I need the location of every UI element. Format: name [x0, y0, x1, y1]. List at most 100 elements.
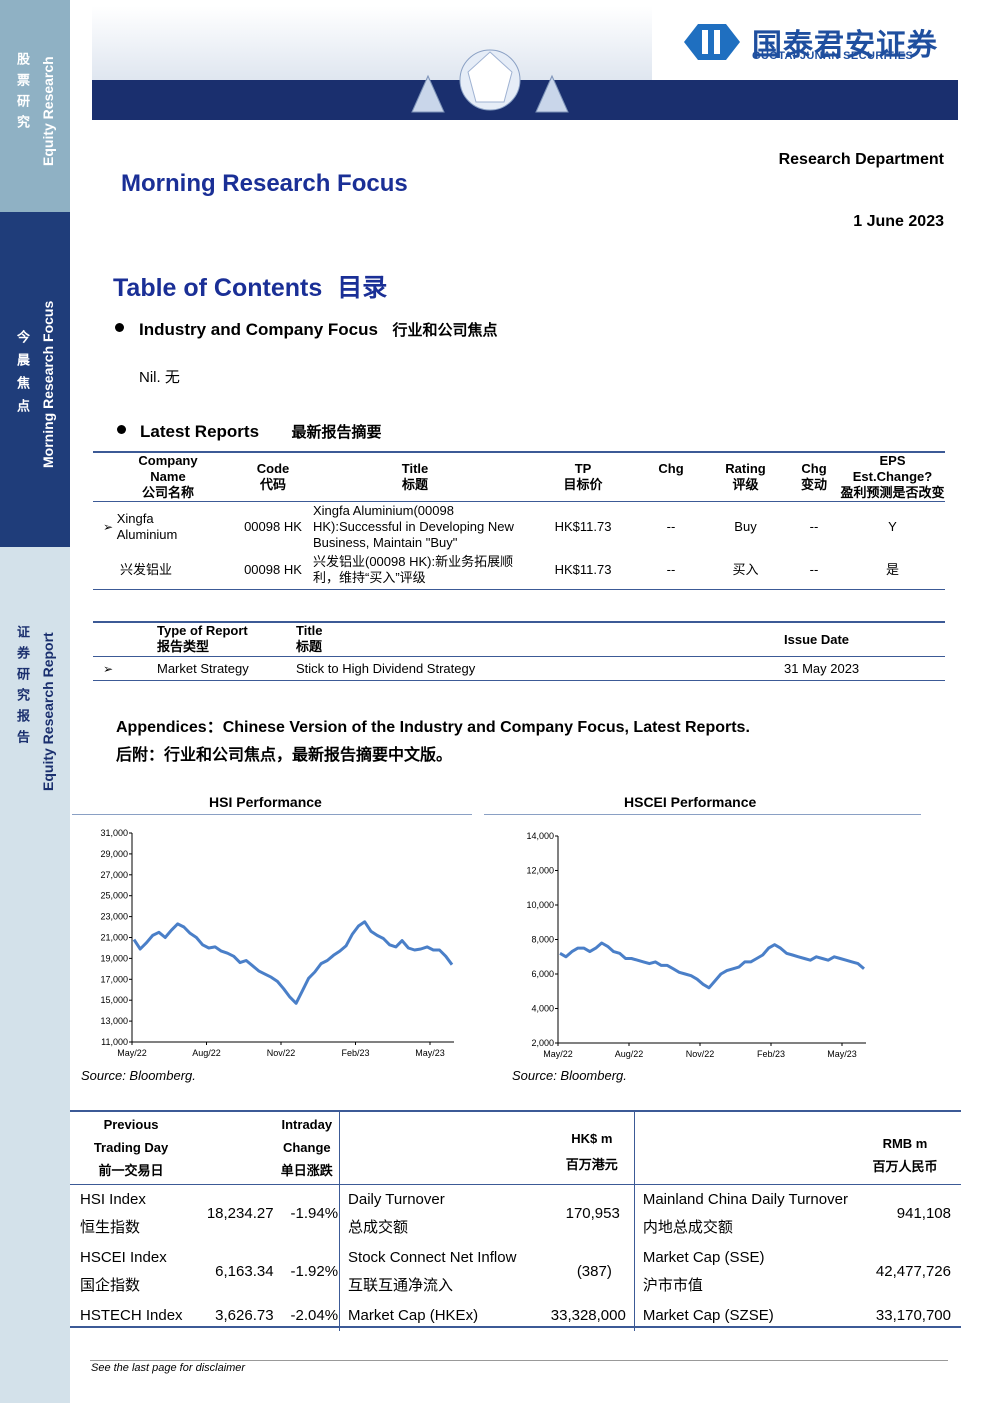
y-tick-label: 10,000: [526, 900, 554, 910]
index-name: HSCEI Index 国企指数: [80, 1248, 167, 1294]
research-department: Research Department: [778, 151, 944, 168]
y-tick-label: 12,000: [526, 866, 554, 876]
section-heading-en: Latest Reports: [140, 422, 260, 441]
sidebar-block-report: 证券研究报告 Equity Research Report: [0, 547, 70, 1403]
sidebar-en-label: Equity Research: [40, 56, 56, 166]
col-title: Title 标题: [296, 623, 323, 654]
table-rule: [93, 680, 945, 681]
cn-metric-value: 42,477,726: [875, 1263, 951, 1280]
y-tick-label: 29,000: [100, 849, 128, 859]
chart-rule: [484, 814, 921, 815]
sidebar-cn-label: 股票研究: [15, 52, 30, 136]
issue-date: 31 May 2023: [784, 661, 860, 677]
arrow-bullet-icon: ➢: [103, 661, 114, 676]
company-name: 兴发铝业: [120, 561, 173, 577]
y-tick-label: 14,000: [526, 831, 554, 841]
header-previous: Previous Trading Day 前一交易日: [93, 1117, 169, 1179]
table-rule: [70, 1326, 961, 1328]
target-price: HK$11.73: [554, 518, 612, 534]
y-tick-label: 6,000: [531, 969, 554, 979]
x-tick-label: Nov/22: [267, 1048, 296, 1058]
rating-value: Buy: [734, 518, 757, 534]
y-tick-label: 31,000: [100, 828, 128, 838]
col-issue-date: Issue Date: [784, 631, 850, 647]
y-tick-label: 23,000: [100, 912, 128, 922]
series-line: [132, 920, 454, 1005]
toc-title-en: Table of Contents: [113, 274, 323, 302]
company-code: 00098 HK: [244, 561, 302, 577]
col-tp: TP 目标价: [563, 461, 603, 492]
chg2-value: --: [809, 518, 819, 534]
appendix-cn: 后附：行业和公司焦点，最新报告摘要中文版。: [116, 747, 453, 764]
index-change: -1.94%: [290, 1205, 339, 1222]
toc-title-cn: 目录: [337, 274, 388, 302]
bullet-icon: [115, 323, 124, 332]
table-rule: [93, 589, 945, 590]
table-row: HSCEI Index 国企指数 6,163.34 -1.92% Stock Co…: [70, 1242, 961, 1301]
disclaimer-note: See the last page for disclaimer: [91, 1362, 246, 1374]
table-row: HSI Index 恒生指数 18,234.27 -1.94% Daily Tur…: [70, 1184, 961, 1243]
cn-metric-name: Mainland China Daily Turnover 内地总成交额: [633, 1184, 849, 1243]
company-logo-icon: [684, 24, 740, 60]
toc-title: Table of Contents 目录: [113, 268, 387, 304]
target-price: HK$11.73: [554, 561, 612, 577]
arrow-bullet-icon: ➢: [103, 519, 114, 534]
x-tick-label: Feb/23: [757, 1049, 785, 1059]
report-title: 兴发铝业(00098 HK):新业务拓展顺利，维持“买入”评级: [313, 553, 514, 585]
y-tick-label: 17,000: [100, 974, 128, 984]
hscei-chart-title: HSCEI Performance: [624, 794, 757, 810]
col-eps: EPS Est.Change? 盈利预测是否改变: [840, 453, 945, 500]
rating-value: 买入: [732, 561, 759, 577]
y-tick-label: 13,000: [100, 1016, 128, 1026]
table-header-row: Type of Report 报告类型 Title 标题 Issue Date: [93, 622, 945, 657]
y-tick-label: 21,000: [100, 933, 128, 943]
report-date: 1 June 2023: [853, 213, 944, 230]
y-tick-label: 11,000: [101, 1037, 128, 1047]
y-tick-label: 15,000: [100, 995, 128, 1005]
x-tick-label: May/22: [543, 1049, 573, 1059]
x-tick-label: May/23: [827, 1049, 857, 1059]
section-industry-heading: Industry and Company Focus 行业和公司焦点: [139, 319, 497, 340]
col-chg2: Chg 变动: [800, 461, 827, 492]
x-tick-label: Aug/22: [192, 1048, 221, 1058]
x-tick-label: Nov/22: [686, 1049, 715, 1059]
y-tick-label: 8,000: [531, 935, 554, 945]
company-name: Xingfa Aluminium: [116, 510, 178, 542]
table-row: ➢ Market Strategy Stick to High Dividend…: [93, 656, 945, 681]
market-summary-table: Previous Trading Day 前一交易日 Intraday Change 单…: [70, 1112, 961, 1331]
company-code: 00098 HK: [244, 518, 302, 534]
table-header-row: Previous Trading Day 前一交易日 Intraday Change 单…: [70, 1112, 961, 1184]
sidebar-cn-label: 今晨焦点: [15, 330, 30, 422]
x-tick-label: May/23: [415, 1048, 445, 1058]
eps-change-value: Y: [888, 518, 897, 534]
bullet-icon: [117, 425, 126, 434]
index-name: HSI Index 恒生指数: [80, 1190, 146, 1236]
index-value: 6,163.34: [215, 1263, 274, 1280]
appendix-en: Appendices：Chinese Version of the Indust…: [116, 719, 750, 736]
section-heading-cn: 最新报告摘要: [291, 424, 382, 441]
hsi-chart: 31,000 29,000 27,000 25,000 23,000 21,000 19,0…: [100, 828, 454, 1058]
chg2-value: --: [809, 561, 819, 577]
index-change: -1.92%: [290, 1263, 339, 1280]
chg-value: --: [666, 518, 676, 534]
report-title: Stick to High Dividend Strategy: [296, 661, 476, 677]
hk-metric-name: Daily Turnover 总成交额: [339, 1184, 550, 1243]
chart-rule: [72, 814, 472, 815]
page-title: Morning Research Focus: [121, 170, 408, 197]
series-line: [559, 941, 865, 990]
header-intraday: Intraday Change 单日涨跌: [280, 1117, 333, 1179]
sidebar-cn-label: 证券研究报告: [15, 625, 30, 751]
y-tick-label: 4,000: [531, 1004, 554, 1014]
section-heading-cn: 行业和公司焦点: [392, 322, 498, 339]
col-code: Code 代码: [256, 461, 290, 492]
sidebar-en-label: Morning Research Focus: [40, 300, 56, 468]
table-header-row: Company Name 公司名称 Code 代码 Title 标题 TP 目标价 Chg…: [93, 453, 945, 502]
chg-value: --: [666, 561, 676, 577]
y-tick-label: 25,000: [100, 891, 128, 901]
header-rmb: RMB m 百万人民币: [872, 1136, 938, 1175]
hsi-chart-title: HSI Performance: [209, 794, 322, 810]
hk-metric-value: 170,953: [565, 1205, 620, 1222]
table-row: ➢ Xingfa Aluminium 00098 HK Xingfa Alumi…: [93, 501, 945, 552]
header-hkd: HK$ m 百万港元: [565, 1131, 618, 1173]
cn-metric-value: 941,108: [896, 1205, 951, 1222]
